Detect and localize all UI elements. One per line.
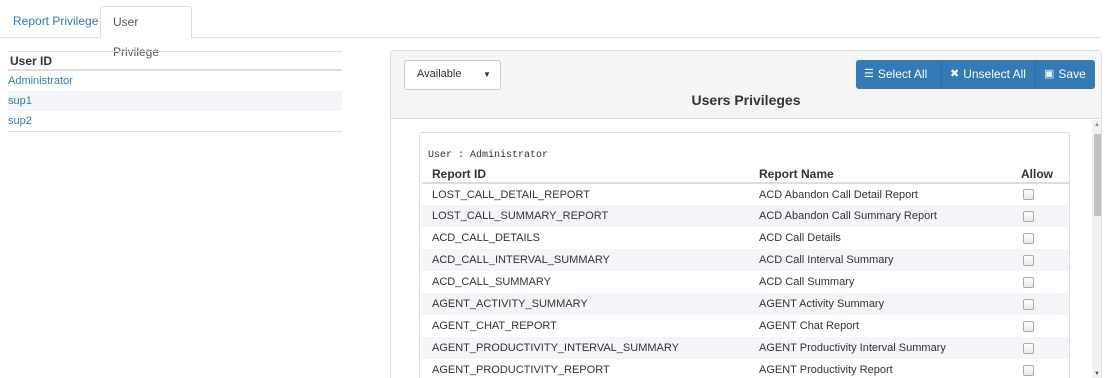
scrollbar-thumb[interactable]: [1094, 134, 1101, 216]
report-name-cell: ACD Abandon Call Summary Report: [749, 205, 1002, 227]
allow-cell: [1002, 205, 1069, 227]
table-row: LOST_CALL_DETAIL_REPORT ACD Abandon Call …: [422, 183, 1069, 205]
privileges-table: Report ID Report Name Allow LOST_CALL_DE…: [422, 165, 1069, 378]
scroll-up-icon[interactable]: ▲: [1094, 122, 1100, 128]
vertical-scrollbar[interactable]: ▲ ▼: [1092, 120, 1101, 378]
user-list-item[interactable]: Administrator: [8, 71, 342, 91]
report-id-cell: ACD_CALL_DETAILS: [432, 232, 541, 244]
table-row: LOST_CALL_SUMMARY_REPORT ACD Abandon Call…: [422, 205, 1069, 227]
column-header-report-name: Report Name: [749, 165, 1002, 184]
report-name-cell: AGENT Productivity Report: [759, 364, 893, 376]
availability-select[interactable]: Available ▼: [404, 60, 501, 90]
report-name-cell: ACD Call Summary: [759, 276, 855, 288]
user-list-header: User ID: [8, 51, 342, 71]
unselect-all-label: Unselect All: [963, 67, 1026, 81]
tab-report-privilege[interactable]: Report Privilege: [1, 6, 110, 38]
selected-user-line: User : Administrator: [428, 150, 549, 161]
availability-select-value: Available: [417, 68, 462, 80]
privileges-table-container: User : Administrator Report ID Report Na…: [419, 132, 1070, 378]
report-name-cell: ACD Call Details: [759, 232, 841, 244]
allow-checkbox[interactable]: [1023, 189, 1034, 201]
report-name-cell: ACD Call Interval Summary: [749, 249, 1002, 271]
report-id-cell: AGENT_CHAT_REPORT: [432, 320, 557, 332]
user-list-item[interactable]: sup2: [8, 111, 342, 131]
report-name-cell: ACD Abandon Call Detail Report: [759, 188, 918, 201]
unselect-all-button[interactable]: ✖ Unselect All: [942, 60, 1036, 89]
allow-cell: [1002, 337, 1069, 359]
panel-title: Users Privileges: [691, 92, 801, 108]
table-row: AGENT_ACTIVITY_SUMMARY AGENT Activity Sum…: [422, 293, 1069, 315]
privileges-panel: Available ▼ ☰ Select All ✖ Unselect All …: [390, 50, 1102, 378]
allow-cell: [1002, 271, 1069, 293]
report-name-cell: AGENT Productivity Interval Summary: [749, 337, 1002, 359]
table-row: AGENT_PRODUCTIVITY_INTERVAL_SUMMARY AGENT…: [422, 337, 1069, 359]
report-id-cell: AGENT_PRODUCTIVITY_INTERVAL_SUMMARY: [422, 337, 749, 359]
allow-cell: [1002, 359, 1069, 378]
allow-checkbox[interactable]: [1023, 232, 1034, 244]
allow-checkbox[interactable]: [1023, 298, 1034, 310]
report-id-cell: ACD_CALL_SUMMARY: [432, 276, 552, 288]
allow-checkbox[interactable]: [1023, 364, 1034, 376]
select-all-label: Select All: [877, 67, 928, 81]
report-id-cell: AGENT_ACTIVITY_SUMMARY: [422, 293, 749, 315]
column-header-allow: Allow: [1002, 165, 1069, 184]
table-row: ACD_CALL_SUMMARY ACD Call Summary: [422, 271, 1069, 293]
list-icon: ☰: [864, 68, 874, 80]
save-button[interactable]: ▣ Save: [1036, 60, 1095, 89]
table-row: AGENT_CHAT_REPORT AGENT Chat Report: [422, 315, 1069, 337]
allow-cell: [1002, 293, 1069, 315]
table-row: ACD_CALL_INTERVAL_SUMMARY ACD Call Interv…: [422, 249, 1069, 271]
panel-header: Available ▼ ☰ Select All ✖ Unselect All …: [391, 51, 1101, 119]
report-id-cell: LOST_CALL_DETAIL_REPORT: [432, 188, 590, 201]
report-id-cell: AGENT_PRODUCTIVITY_REPORT: [432, 364, 610, 376]
privileges-scroll-area[interactable]: User : Administrator Report ID Report Na…: [391, 120, 1101, 378]
allow-checkbox[interactable]: [1023, 320, 1034, 332]
report-id-cell: LOST_CALL_SUMMARY_REPORT: [422, 205, 749, 227]
allow-cell: [1002, 183, 1069, 205]
tab-bar: Report Privilege User Privilege: [0, 0, 1101, 59]
table-row: ACD_CALL_DETAILS ACD Call Details: [422, 227, 1069, 249]
report-name-cell: AGENT Chat Report: [759, 320, 860, 332]
allow-checkbox[interactable]: [1023, 254, 1034, 266]
tab-user-privilege[interactable]: User Privilege: [100, 6, 192, 59]
report-id-cell: ACD_CALL_INTERVAL_SUMMARY: [422, 249, 749, 271]
allow-cell: [1002, 249, 1069, 271]
user-list-divider: [8, 131, 342, 132]
caret-down-icon: ▼: [483, 70, 491, 79]
close-icon: ✖: [950, 68, 960, 80]
floppy-disk-icon: ▣: [1044, 68, 1055, 80]
allow-cell: [1002, 315, 1069, 337]
allow-checkbox[interactable]: [1023, 210, 1034, 222]
allow-cell: [1002, 227, 1069, 249]
report-name-cell: AGENT Activity Summary: [749, 293, 1002, 315]
allow-checkbox[interactable]: [1023, 276, 1034, 288]
table-row: AGENT_PRODUCTIVITY_REPORT AGENT Productiv…: [422, 359, 1069, 378]
save-label: Save: [1058, 67, 1086, 81]
action-button-group: ☰ Select All ✖ Unselect All ▣ Save: [856, 60, 1095, 89]
scroll-down-icon[interactable]: ▼: [1094, 371, 1100, 377]
user-list-item[interactable]: sup1: [8, 91, 342, 111]
select-all-button[interactable]: ☰ Select All: [856, 60, 942, 89]
allow-checkbox[interactable]: [1023, 342, 1034, 354]
user-list: User ID Administrator sup1 sup2: [8, 51, 342, 132]
column-header-report-id: Report ID: [422, 165, 749, 184]
